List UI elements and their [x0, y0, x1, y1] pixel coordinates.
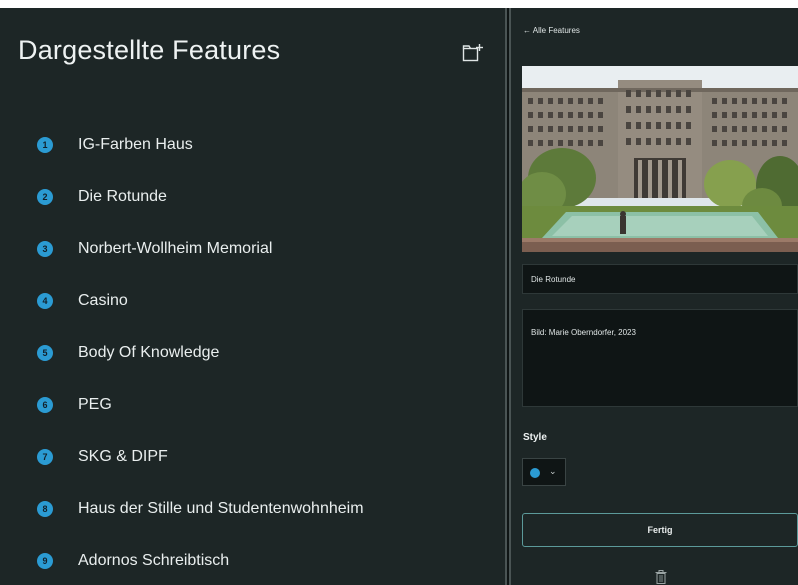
- feature-label: SKG & DIPF: [78, 448, 168, 465]
- feature-label: IG-Farben Haus: [78, 136, 193, 153]
- add-layer-icon[interactable]: [462, 43, 484, 63]
- features-panel: Dargestellte Features 1 IG-Farben Haus 2…: [0, 8, 505, 585]
- trash-icon[interactable]: [655, 570, 667, 584]
- style-label: Style: [523, 432, 547, 443]
- feature-number-badge: 1: [37, 137, 53, 153]
- feature-label: Adornos Schreibtisch: [78, 552, 230, 569]
- done-button[interactable]: Fertig: [522, 513, 798, 547]
- feature-number-badge: 4: [37, 293, 53, 309]
- feature-item[interactable]: 7 SKG & DIPF: [0, 440, 505, 474]
- back-to-all-features-link[interactable]: ← Alle Features: [523, 26, 580, 35]
- feature-label: Norbert-Wollheim Memorial: [78, 240, 273, 257]
- feature-item[interactable]: 9 Adornos Schreibtisch: [0, 544, 505, 578]
- style-dropdown[interactable]: ⌄: [522, 458, 566, 486]
- panel-title: Dargestellte Features: [18, 35, 281, 65]
- feature-detail-panel: ← Alle Features Die Rotunde Bild: Marie …: [511, 8, 798, 585]
- feature-item[interactable]: 1 IG-Farben Haus: [0, 128, 505, 162]
- description-field[interactable]: Bild: Marie Oberndorfer, 2023: [522, 309, 798, 407]
- chevron-down-icon: ⌄: [549, 466, 557, 476]
- feature-number-badge: 3: [37, 241, 53, 257]
- feature-item[interactable]: 3 Norbert-Wollheim Memorial: [0, 232, 505, 266]
- feature-item[interactable]: 4 Casino: [0, 284, 505, 318]
- feature-number-badge: 5: [37, 345, 53, 361]
- feature-item[interactable]: 5 Body Of Knowledge: [0, 336, 505, 370]
- feature-number-badge: 7: [37, 449, 53, 465]
- description-field-value: Bild: Marie Oberndorfer, 2023: [531, 328, 636, 337]
- title-field-value: Die Rotunde: [531, 275, 576, 284]
- feature-item[interactable]: 8 Haus der Stille und Studentenwohnheim: [0, 492, 505, 526]
- feature-label: Body Of Knowledge: [78, 344, 220, 361]
- feature-label: Haus der Stille und Studentenwohnheim: [78, 500, 364, 517]
- feature-item[interactable]: 6 PEG: [0, 388, 505, 422]
- style-color-swatch: [530, 468, 540, 478]
- title-field[interactable]: Die Rotunde: [522, 264, 798, 294]
- feature-number-badge: 6: [37, 397, 53, 413]
- feature-label: Die Rotunde: [78, 188, 167, 205]
- feature-label: Casino: [78, 292, 128, 309]
- top-strip: [0, 0, 798, 8]
- app-window: Dargestellte Features 1 IG-Farben Haus 2…: [0, 0, 798, 585]
- feature-number-badge: 2: [37, 189, 53, 205]
- feature-photo: [522, 66, 798, 252]
- feature-item[interactable]: 2 Die Rotunde: [0, 180, 505, 214]
- feature-number-badge: 8: [37, 501, 53, 517]
- panel-splitter-line: [507, 8, 509, 585]
- feature-label: PEG: [78, 396, 112, 413]
- feature-number-badge: 9: [37, 553, 53, 569]
